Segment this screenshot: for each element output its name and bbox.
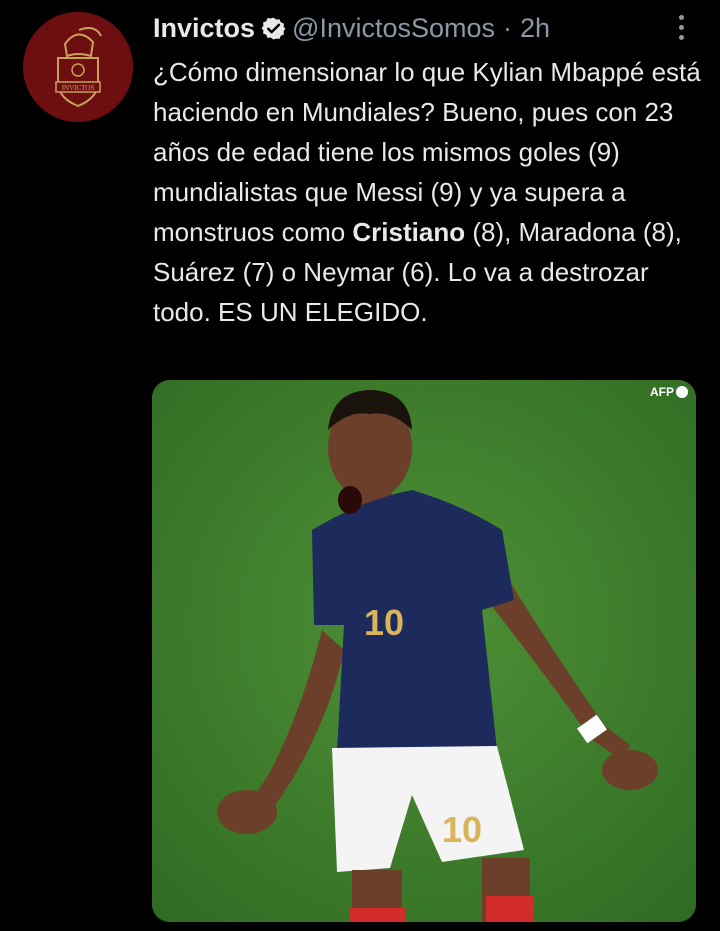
separator-dot: · [503,12,513,43]
author-handle[interactable]: @InvictosSomos [292,13,495,44]
tweet-media-photo[interactable]: 10 10 AFP [152,380,696,922]
player-celebration-image: 10 10 [152,380,696,922]
tweet-header: Invictos @InvictosSomos · 2h [153,10,550,46]
tweet-text: ¿Cómo dimensionar lo que Kylian Mbappé e… [153,52,708,332]
avatar-logo-text: INVICTOS [62,84,95,92]
invictos-logo-icon: INVICTOS [23,12,133,122]
jersey-number: 10 [364,602,404,643]
shorts-number: 10 [442,809,482,850]
author-name[interactable]: Invictos [153,13,255,44]
tweet-timestamp[interactable]: 2h [520,13,550,44]
photo-credit: AFP [650,385,688,399]
verified-badge-icon [261,16,286,41]
profile-avatar[interactable]: INVICTOS [23,12,133,122]
more-options-icon[interactable] [668,10,694,44]
tweet-text-bold: Cristiano [352,217,466,247]
photo-credit-text: AFP [650,385,674,399]
afp-logo-icon [676,386,688,398]
